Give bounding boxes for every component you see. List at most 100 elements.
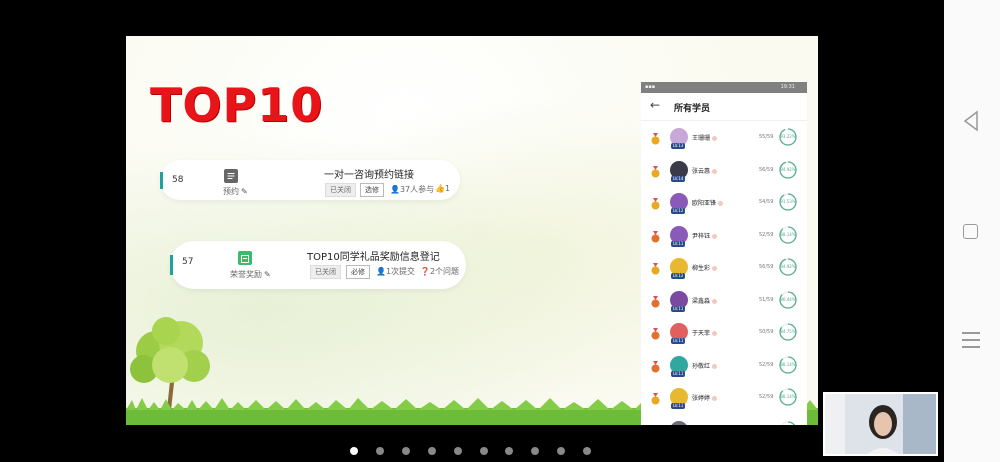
phone-page-title: 所有学员 <box>674 104 711 114</box>
student-name: 王珊珊 <box>692 133 718 142</box>
medal-icon <box>651 393 660 405</box>
person-icon: 👤 <box>376 267 386 276</box>
question-icon: ❓ <box>420 267 430 276</box>
thumbs-up-icon: 👍 <box>435 184 445 193</box>
student-name: 张云惠 <box>692 166 718 175</box>
level-badge: LV.11 <box>671 305 686 312</box>
student-row[interactable]: LV.11 梁鑫淼 51/59 86.44% <box>641 287 807 320</box>
medal-icon <box>651 360 660 372</box>
pager-dot[interactable] <box>505 447 514 455</box>
row-title[interactable]: TOP10同学礼品奖励信息登记 <box>307 248 440 263</box>
gender-icon <box>712 331 718 336</box>
type-tag: 必修 <box>346 265 370 279</box>
person-icon: 👤 <box>390 185 400 194</box>
student-score: 50/59 <box>759 329 774 335</box>
status-time: 19:31 <box>780 84 795 90</box>
row-accent-bar <box>170 255 173 275</box>
submits-count: 👤1次提交 <box>376 266 415 277</box>
edit-icon[interactable]: ✎ <box>241 187 248 196</box>
student-score: 52/59 <box>759 361 774 368</box>
student-name-text: 欧阳亚锋 <box>692 200 717 207</box>
pager-dot[interactable] <box>401 447 410 455</box>
row-title[interactable]: 一对一咨询预约链接 <box>324 166 414 181</box>
student-name: 梁鑫淼 <box>692 296 718 305</box>
student-name: 欧阳亚锋 <box>692 198 724 207</box>
edit-icon[interactable]: ✎ <box>264 270 271 279</box>
student-score: 52/59 <box>759 231 774 238</box>
pager-dot[interactable] <box>427 447 436 455</box>
row-category: 预约 ✎ <box>223 186 248 197</box>
student-score: 54/59 <box>759 199 774 205</box>
student-name: 张婷婷 <box>692 393 718 402</box>
student-row[interactable]: LV.11 张婷婷 52/59 88.14% <box>641 384 807 417</box>
nav-home-icon[interactable] <box>963 224 978 239</box>
phone-screenshot: ▪▪▪ 19:31 ← 所有学员 LV.13 王珊珊 55/59 93.22% LV.1… <box>641 82 807 425</box>
webcam-thumbnail[interactable] <box>823 392 938 456</box>
level-badge: LV.13 <box>671 143 686 149</box>
student-row[interactable]: LV.12 欧阳亚锋 54/59 91.53% <box>641 189 807 222</box>
pager-dot[interactable] <box>350 447 358 455</box>
student-name-text: 尹梓钰 <box>692 232 711 240</box>
presentation-slide: TOP10 58 预约 ✎ 一对一咨询预约链接 已关闭 选修 👤37人参与 👍1 … <box>126 36 818 425</box>
questions-count: ❓2个问题 <box>420 266 459 277</box>
student-row[interactable]: LV.14 张云惠 56/59 94.92% <box>641 157 807 190</box>
student-row[interactable]: LV.12 柳生彩 56/59 94.92% <box>641 254 807 287</box>
progress-percent: 88.14% <box>780 394 796 399</box>
student-score: 52/59 <box>759 394 774 400</box>
pager-dot[interactable] <box>453 447 462 455</box>
document-icon <box>224 169 238 183</box>
student-row[interactable]: LV.11曾焕秀47/5979.66% <box>641 417 807 425</box>
row-number: 57 <box>182 257 194 267</box>
student-score: 56/59 <box>759 264 774 270</box>
gender-icon <box>712 136 718 141</box>
student-name: 尹梓钰 <box>692 231 718 240</box>
student-name: 孙敬红 <box>692 361 718 370</box>
student-name-text: 孙敬红 <box>692 362 711 370</box>
activity-row[interactable]: 58 预约 ✎ 一对一咨询预约链接 已关闭 选修 👤37人参与 👍1 <box>160 160 460 200</box>
back-arrow-icon[interactable]: ← <box>650 98 660 112</box>
student-name-text: 王珊珊 <box>692 135 711 142</box>
student-score: 56/59 <box>759 166 774 173</box>
level-badge: LV.11 <box>671 370 686 377</box>
student-row[interactable]: LV.11 孙敬红 52/59 88.14% <box>641 352 807 385</box>
progress-percent: 88.14% <box>780 231 796 237</box>
submits-text: 1次提交 <box>385 267 416 276</box>
student-name: 于天菲 <box>692 328 718 337</box>
gender-icon <box>712 363 718 369</box>
pager-dot[interactable] <box>375 447 384 455</box>
progress-ring <box>779 420 797 425</box>
progress-percent: 84.75% <box>780 329 796 334</box>
level-badge: LV.12 <box>671 273 686 279</box>
student-name-text: 张婷婷 <box>692 395 711 402</box>
status-tag: 已关闭 <box>325 183 356 197</box>
nav-back-icon[interactable] <box>962 110 982 132</box>
nav-menu-icon[interactable] <box>962 332 980 348</box>
gender-icon <box>712 396 718 401</box>
medal-icon <box>651 295 660 307</box>
student-row[interactable]: LV.13 王珊珊 55/59 93.22% <box>641 124 807 157</box>
activity-row[interactable]: 57 荣誉奖励 ✎ TOP10同学礼品奖励信息登记 已关闭 必修 👤1次提交 ❓2… <box>170 241 466 289</box>
row-number: 58 <box>172 175 184 185</box>
phone-status-bar: ▪▪▪ 19:31 <box>641 82 807 93</box>
student-row[interactable]: LV.11 尹梓钰 52/59 88.14% <box>641 222 807 255</box>
row-category-label: 预约 <box>223 187 239 196</box>
level-badge: LV.11 <box>671 240 686 247</box>
medal-icon <box>651 133 660 145</box>
pager-dot[interactable] <box>479 447 488 455</box>
student-name: 柳生彩 <box>692 263 718 272</box>
medal-icon <box>651 165 660 177</box>
status-tag: 已关闭 <box>310 265 341 279</box>
level-badge: LV.11 <box>671 403 686 409</box>
pager-dot[interactable] <box>531 447 540 455</box>
student-score: 51/59 <box>759 296 774 303</box>
pager-dot[interactable] <box>557 447 566 455</box>
progress-percent: 86.44% <box>780 296 796 302</box>
student-row[interactable]: LV.11 于天菲 50/59 84.75% <box>641 319 807 352</box>
presenter-image <box>825 394 936 454</box>
medal-icon <box>651 263 660 275</box>
participants-count: 👤37人参与 <box>390 184 434 195</box>
signal-icon: ▪▪▪ <box>645 84 656 90</box>
pager-dot[interactable] <box>583 447 592 455</box>
gender-icon <box>718 201 724 206</box>
medal-icon <box>651 328 660 340</box>
